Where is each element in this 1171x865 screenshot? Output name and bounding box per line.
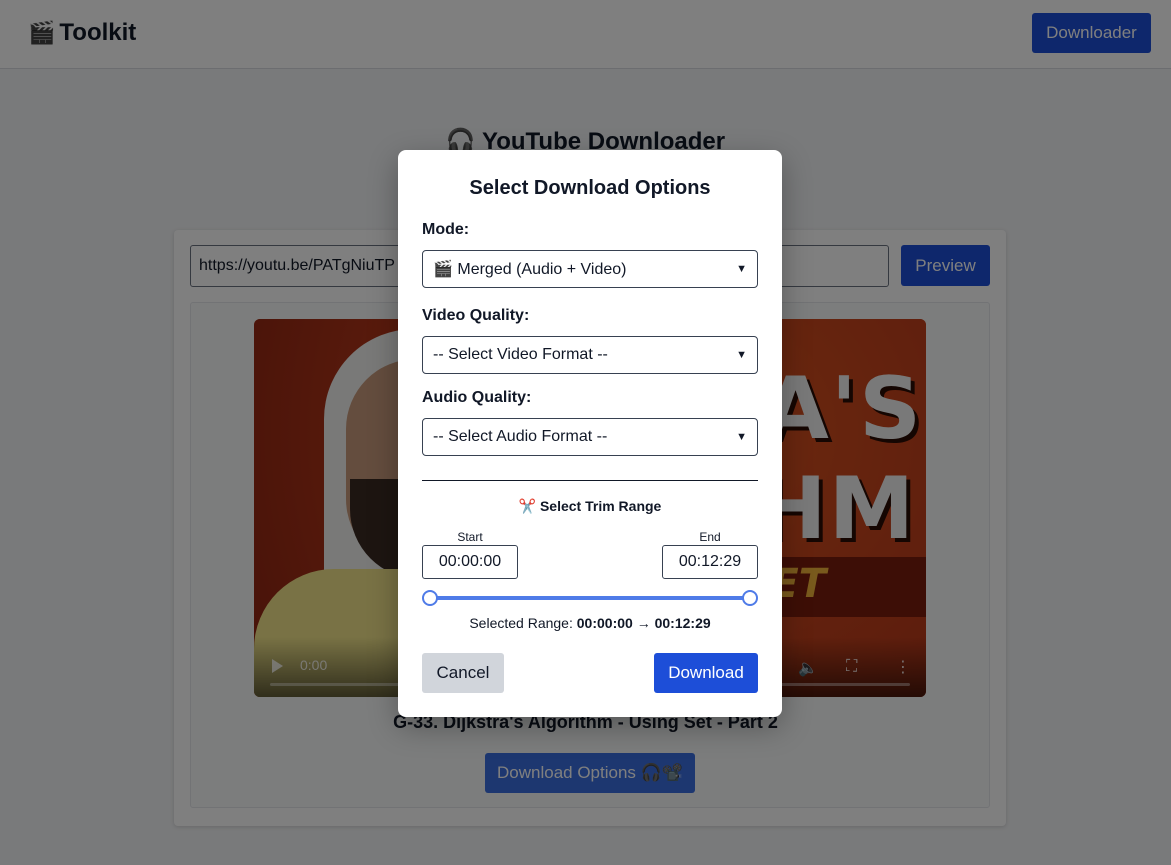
video-quality-select-value: -- Select Video Format -- <box>433 346 608 363</box>
range-start: 00:00:00 <box>576 615 633 631</box>
selected-range-text: Selected Range: 00:00:00 → 00:12:29 <box>398 615 782 631</box>
chevron-down-icon: ▼ <box>736 349 747 361</box>
trim-end-handle[interactable] <box>742 590 758 606</box>
video-quality-label: Video Quality: <box>422 307 530 324</box>
mode-label: Mode: <box>422 221 470 238</box>
range-prefix: Selected Range: <box>469 615 573 631</box>
mode-select-value: 🎬 Merged (Audio + Video) <box>433 261 627 278</box>
divider <box>422 480 758 481</box>
audio-quality-label: Audio Quality: <box>422 389 532 406</box>
audio-quality-select-value: -- Select Audio Format -- <box>433 428 608 445</box>
end-time-input[interactable] <box>662 545 758 579</box>
trim-start-handle[interactable] <box>422 590 438 606</box>
cancel-button[interactable]: Cancel <box>422 653 504 693</box>
range-arrow: → <box>636 615 651 631</box>
end-label: End <box>699 530 721 544</box>
trim-range-slider[interactable] <box>430 596 750 600</box>
trim-range-title: ✂️ Select Trim Range <box>518 498 662 514</box>
chevron-down-icon: ▼ <box>736 263 747 275</box>
modal-title: Select Download Options <box>469 177 711 199</box>
download-button[interactable]: Download <box>654 653 758 693</box>
start-label: Start <box>457 530 483 544</box>
mode-select[interactable]: 🎬 Merged (Audio + Video) ▼ <box>422 250 758 288</box>
video-quality-select[interactable]: -- Select Video Format -- ▼ <box>422 336 758 374</box>
start-time-input[interactable] <box>422 545 518 579</box>
audio-quality-select[interactable]: -- Select Audio Format -- ▼ <box>422 418 758 456</box>
range-end: 00:12:29 <box>654 615 711 631</box>
download-options-modal: Select Download Options Mode: 🎬 Merged (… <box>398 150 782 717</box>
chevron-down-icon: ▼ <box>736 431 747 443</box>
